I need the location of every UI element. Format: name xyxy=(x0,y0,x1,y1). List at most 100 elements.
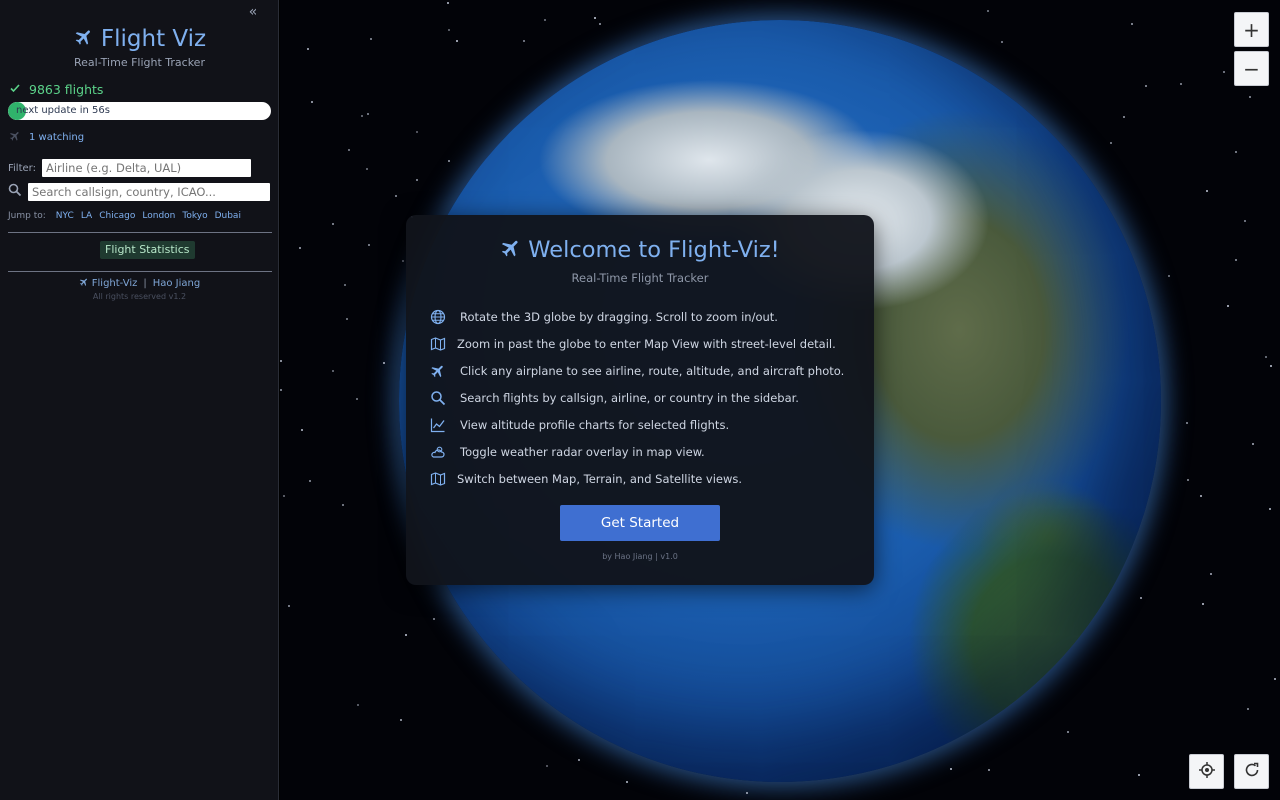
star xyxy=(544,19,546,21)
jump-link-chicago[interactable]: Chicago xyxy=(99,211,135,221)
star xyxy=(405,634,407,636)
star xyxy=(1244,220,1246,222)
star xyxy=(950,768,952,770)
flight-search-input[interactable] xyxy=(28,182,270,201)
star xyxy=(1274,678,1276,680)
divider xyxy=(8,271,272,272)
star xyxy=(1202,603,1204,605)
star xyxy=(447,2,449,4)
tip-text: Zoom in past the globe to enter Map View… xyxy=(457,336,836,351)
footer-separator: | xyxy=(143,278,147,289)
star xyxy=(546,765,548,767)
star xyxy=(356,398,358,400)
jump-link-tokyo[interactable]: Tokyo xyxy=(182,211,207,221)
list-item: Search flights by callsign, airline, or … xyxy=(428,384,858,411)
star xyxy=(1265,356,1267,358)
welcome-footer-author: by Hao Jiang xyxy=(602,552,653,561)
star xyxy=(626,781,628,783)
app-title: Flight Viz xyxy=(100,26,207,52)
watching-text: 1 watching xyxy=(29,132,85,143)
flight-count: 9863 flights xyxy=(9,82,103,97)
star xyxy=(987,10,989,12)
star xyxy=(1145,85,1147,87)
star xyxy=(342,504,344,506)
star xyxy=(332,370,334,372)
star xyxy=(448,29,450,31)
reset-icon xyxy=(1243,760,1261,784)
star xyxy=(746,792,748,794)
star xyxy=(988,769,990,771)
star xyxy=(311,101,313,103)
chart-icon xyxy=(428,417,448,433)
star xyxy=(1223,71,1225,73)
star xyxy=(368,244,370,246)
star xyxy=(456,40,458,42)
star xyxy=(280,389,282,391)
list-item: Click any airplane to see airline, route… xyxy=(428,357,858,384)
jump-link-la[interactable]: LA xyxy=(81,211,92,221)
zoom-out-button[interactable]: − xyxy=(1234,51,1269,86)
star xyxy=(594,17,596,19)
star xyxy=(1131,23,1133,25)
star xyxy=(448,160,450,162)
star xyxy=(1249,96,1251,98)
star xyxy=(1247,708,1249,710)
tip-text: Switch between Map, Terrain, and Satelli… xyxy=(457,471,743,486)
star xyxy=(283,495,285,497)
star xyxy=(416,179,418,181)
tip-text: Search flights by callsign, airline, or … xyxy=(460,390,799,405)
star xyxy=(1206,190,1208,192)
sidebar-footer: Flight-Viz | Hao Jiang All rights reserv… xyxy=(0,277,279,301)
locate-button[interactable] xyxy=(1189,754,1224,789)
star xyxy=(1252,443,1254,445)
jump-link-london[interactable]: London xyxy=(142,211,175,221)
zoom-in-button[interactable]: + xyxy=(1234,12,1269,47)
star xyxy=(1270,365,1272,367)
star xyxy=(1180,83,1182,85)
filter-row: Filter: xyxy=(8,159,251,177)
check-icon xyxy=(9,82,21,97)
star xyxy=(309,480,311,482)
star xyxy=(1123,116,1125,118)
footer-copyright: All rights reserved v1.2 xyxy=(0,292,279,301)
jump-link-dubai[interactable]: Dubai xyxy=(215,211,241,221)
collapse-sidebar-button[interactable]: « xyxy=(246,4,260,20)
star xyxy=(299,247,301,249)
plane-icon xyxy=(79,277,89,290)
jump-to-row: Jump to: NYC LA Chicago London Tokyo Dub… xyxy=(8,211,241,221)
get-started-button[interactable]: Get Started xyxy=(560,505,720,541)
flight-statistics-button[interactable]: Flight Statistics xyxy=(100,241,195,259)
list-item: View altitude profile charts for selecte… xyxy=(428,411,858,438)
star xyxy=(288,605,290,607)
flight-count-text: 9863 flights xyxy=(29,82,104,97)
tips-list: Rotate the 3D globe by dragging. Scroll … xyxy=(428,303,858,492)
search-icon xyxy=(428,390,448,406)
tip-text: Click any airplane to see airline, route… xyxy=(460,363,845,378)
welcome-footer-version: v1.0 xyxy=(660,552,678,561)
star xyxy=(1235,259,1237,261)
star xyxy=(344,284,346,286)
app-subtitle: Real-Time Flight Tracker xyxy=(74,56,205,69)
plane-icon xyxy=(428,363,448,379)
star xyxy=(366,168,368,170)
welcome-footer-separator: | xyxy=(655,552,658,561)
footer-app-name[interactable]: Flight-Viz xyxy=(92,278,138,289)
welcome-subtitle: Real-Time Flight Tracker xyxy=(571,271,709,285)
star xyxy=(348,149,350,151)
star xyxy=(1210,573,1212,575)
jump-to-label: Jump to: xyxy=(8,211,46,221)
star xyxy=(400,719,402,721)
star xyxy=(370,38,372,40)
list-item: Rotate the 3D globe by dragging. Scroll … xyxy=(428,303,858,330)
star xyxy=(383,362,385,364)
brand: Flight Viz Real-Time Flight Tracker xyxy=(0,26,279,69)
welcome-dialog: Welcome to Flight-Viz! Real-Time Flight … xyxy=(406,215,874,585)
star xyxy=(1186,422,1188,424)
star xyxy=(395,195,397,197)
airline-filter-input[interactable] xyxy=(41,159,251,177)
star xyxy=(578,759,580,761)
footer-author[interactable]: Hao Jiang xyxy=(153,278,201,289)
star xyxy=(523,40,525,42)
reset-view-button[interactable] xyxy=(1234,754,1269,789)
jump-link-nyc[interactable]: NYC xyxy=(56,211,74,221)
